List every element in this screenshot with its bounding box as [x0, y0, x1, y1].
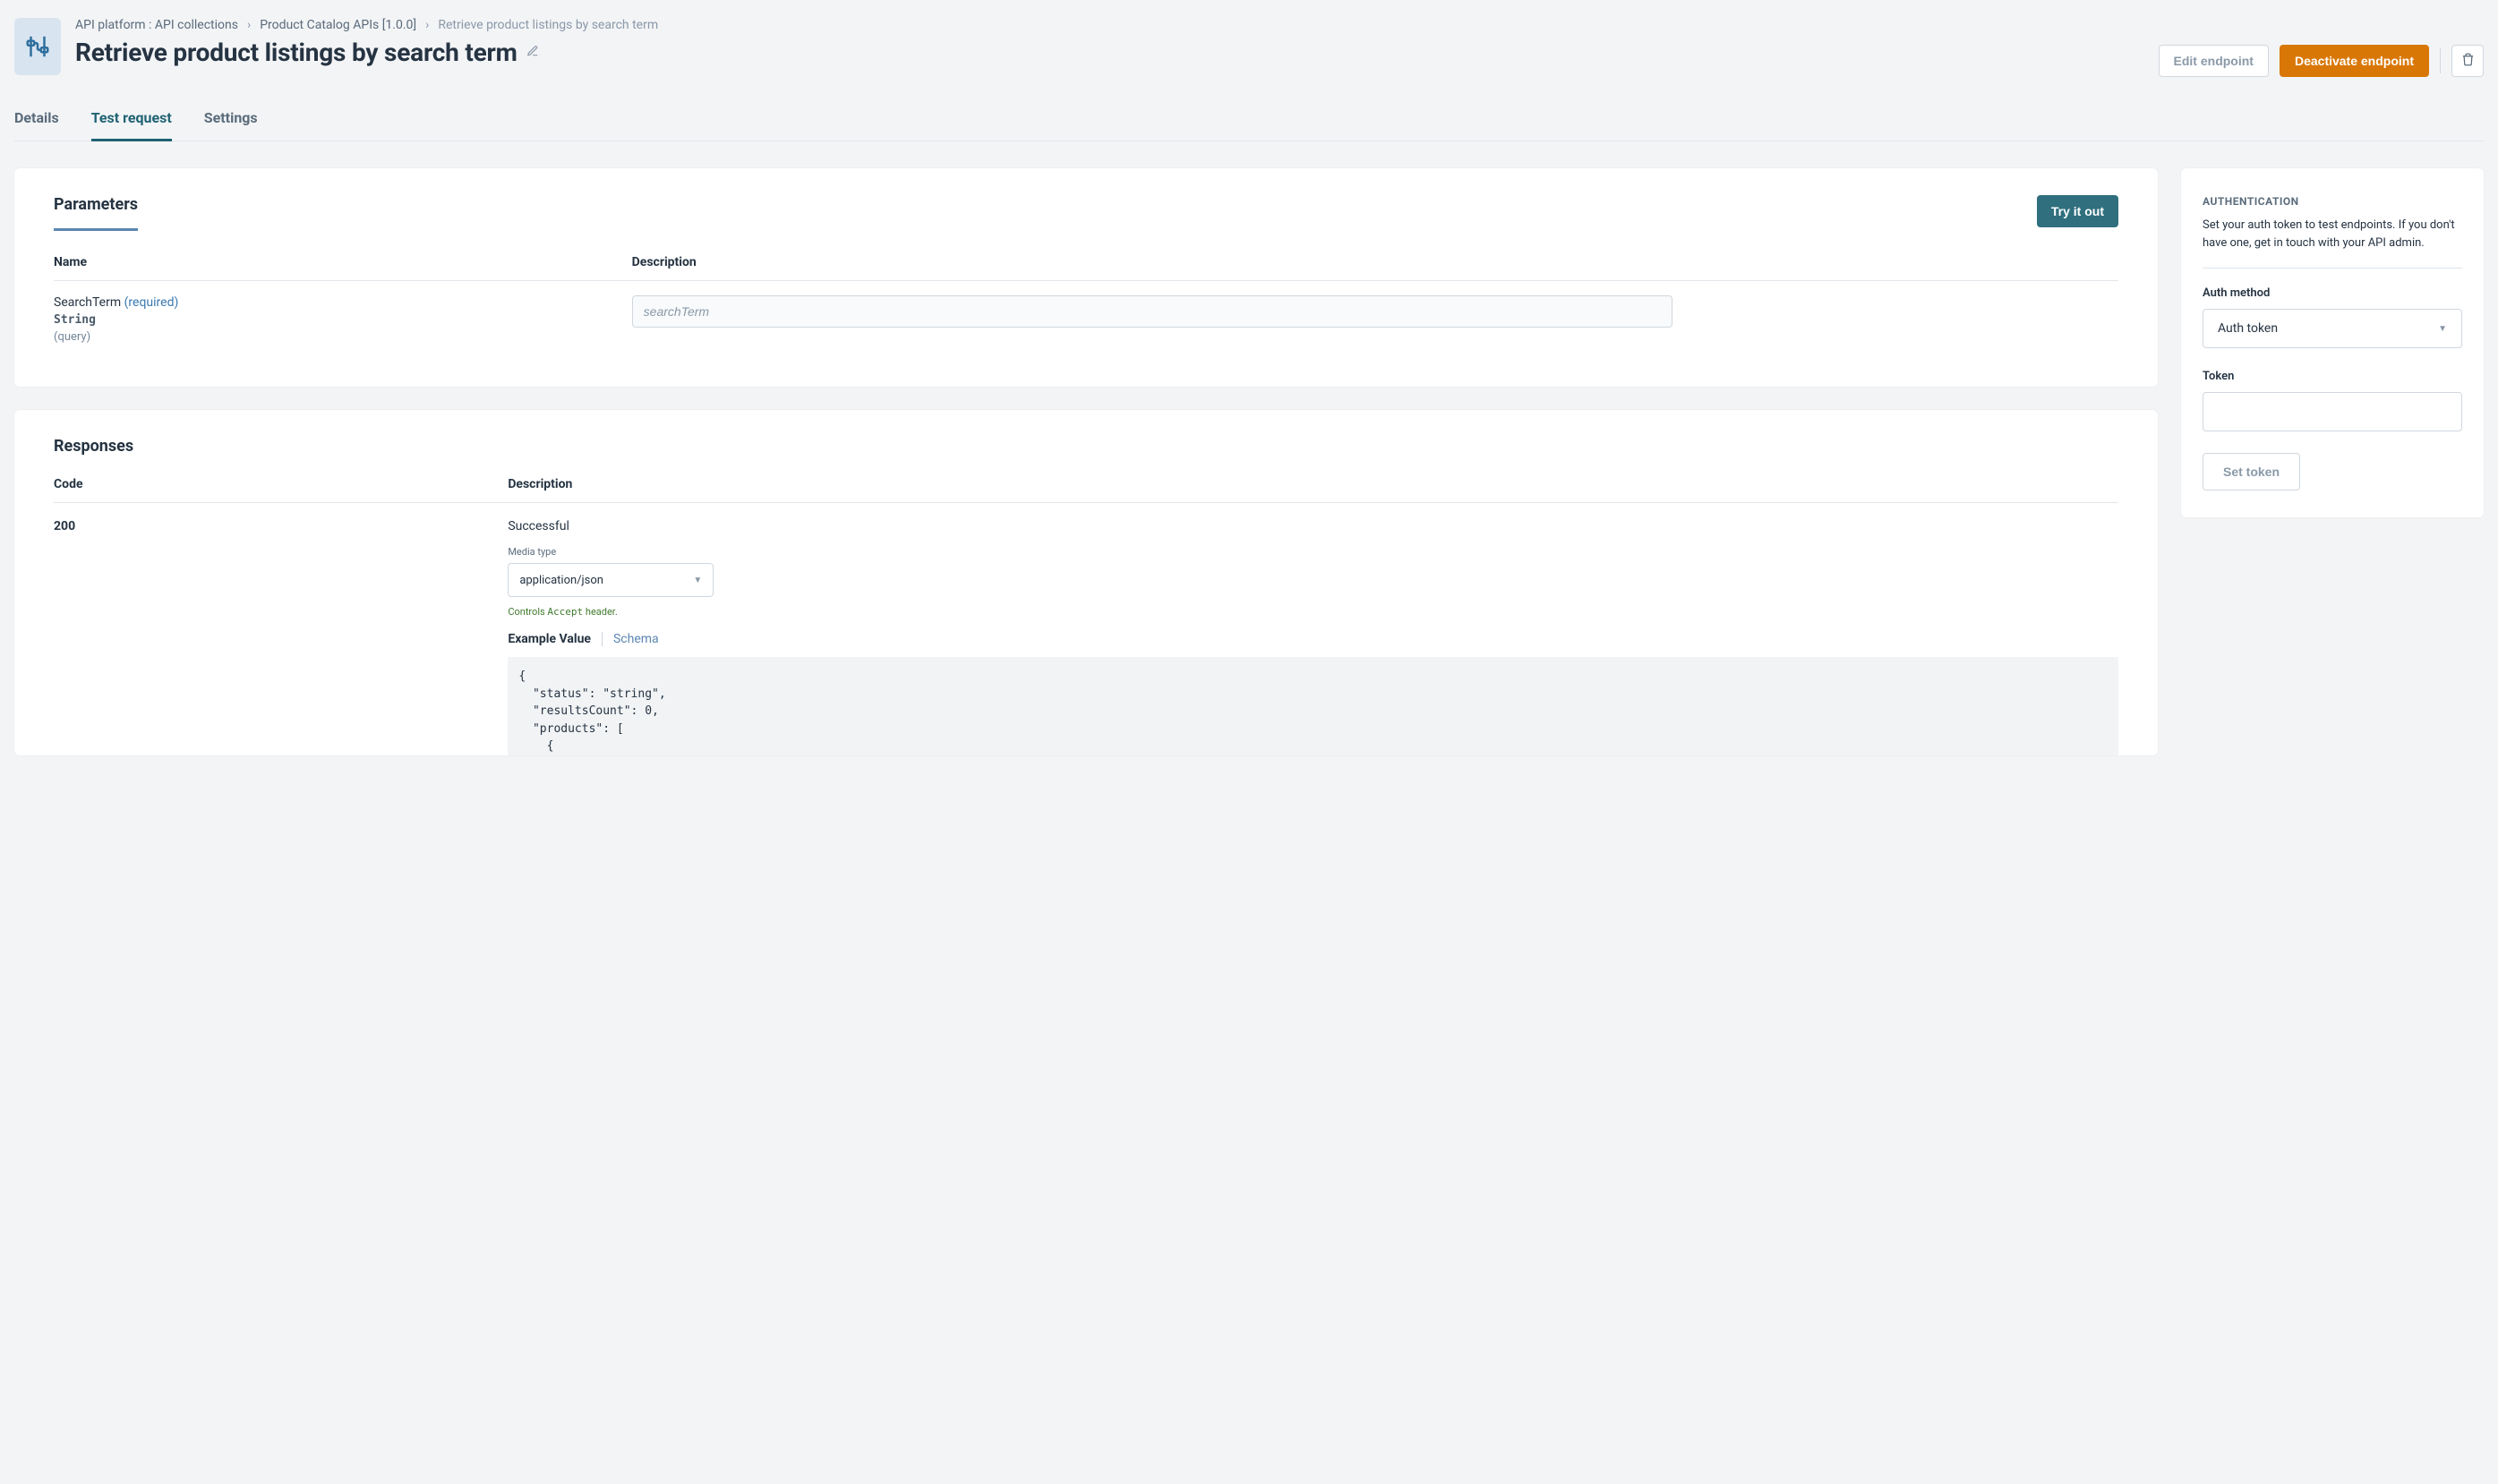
controls-hint: Controls Accept header. — [508, 606, 2118, 618]
resp-col-code: Code — [54, 477, 508, 503]
parameters-title: Parameters — [54, 195, 138, 231]
chevron-right-icon: › — [425, 18, 429, 32]
pencil-icon[interactable] — [526, 45, 539, 61]
caret-down-icon: ▼ — [693, 576, 702, 585]
trash-icon — [2461, 53, 2475, 69]
tab-settings[interactable]: Settings — [204, 98, 258, 141]
auth-card: AUTHENTICATION Set your auth token to te… — [2181, 168, 2484, 517]
divider — [602, 632, 603, 646]
param-col-name: Name — [54, 246, 632, 281]
token-input[interactable] — [2203, 392, 2462, 431]
param-col-desc: Description — [632, 246, 2118, 281]
responses-card: Responses Code Description 200 Successfu… — [14, 410, 2158, 755]
resp-code: 200 — [54, 503, 508, 755]
divider — [2440, 48, 2441, 73]
parameters-card: Parameters Try it out Name Description — [14, 168, 2158, 387]
auth-method-label: Auth method — [2203, 286, 2462, 300]
tabs: Details Test request Settings — [14, 98, 2484, 141]
endpoint-icon — [14, 18, 61, 75]
auth-title: AUTHENTICATION — [2203, 195, 2462, 208]
tab-details[interactable]: Details — [14, 98, 59, 141]
breadcrumb-current: Retrieve product listings by search term — [438, 18, 658, 32]
param-name: SearchTerm — [54, 295, 121, 310]
auth-method-select[interactable]: Auth token ▼ — [2203, 309, 2462, 348]
param-location: (query) — [54, 330, 632, 344]
resp-col-desc: Description — [508, 477, 2118, 503]
try-it-out-button[interactable]: Try it out — [2037, 195, 2118, 227]
example-value-tab[interactable]: Example Value — [508, 632, 591, 646]
set-token-button[interactable]: Set token — [2203, 453, 2300, 490]
media-type-label: Media type — [508, 546, 2118, 558]
param-required: (required) — [124, 295, 179, 310]
param-type: String — [54, 313, 632, 327]
breadcrumb-root[interactable]: API platform : API collections — [75, 18, 238, 32]
responses-title: Responses — [54, 437, 2118, 456]
breadcrumb: API platform : API collections › Product… — [75, 18, 2144, 32]
media-type-value: application/json — [519, 574, 603, 587]
chevron-right-icon: › — [247, 18, 251, 32]
token-label: Token — [2203, 370, 2462, 383]
param-value-input[interactable] — [632, 295, 1672, 328]
tab-test-request[interactable]: Test request — [91, 98, 172, 141]
breadcrumb-group[interactable]: Product Catalog APIs [1.0.0] — [260, 18, 416, 32]
example-body: { "status": "string", "resultsCount": 0,… — [508, 657, 2118, 755]
param-row: SearchTerm (required) String (query) — [54, 281, 2118, 348]
auth-method-value: Auth token — [2218, 321, 2278, 336]
resp-desc: Successful — [508, 519, 2118, 533]
media-type-select[interactable]: application/json ▼ — [508, 563, 714, 597]
deactivate-endpoint-button[interactable]: Deactivate endpoint — [2280, 45, 2429, 77]
edit-endpoint-button[interactable]: Edit endpoint — [2159, 45, 2269, 77]
auth-desc: Set your auth token to test endpoints. I… — [2203, 217, 2462, 269]
caret-down-icon: ▼ — [2438, 324, 2447, 334]
delete-button[interactable] — [2451, 45, 2484, 77]
page-title: Retrieve product listings by search term — [75, 38, 518, 67]
schema-tab[interactable]: Schema — [613, 632, 659, 646]
